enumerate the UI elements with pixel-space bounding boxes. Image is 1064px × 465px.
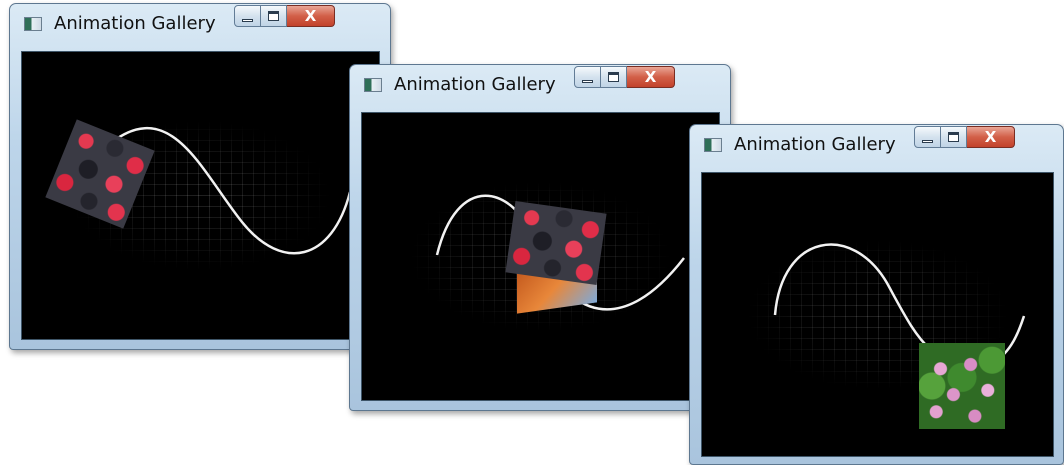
animation-canvas (361, 112, 720, 401)
water-lily-image-square (919, 343, 1005, 429)
minimize-icon (582, 79, 593, 83)
minimize-button[interactable] (234, 5, 261, 27)
close-button[interactable]: X (627, 66, 675, 88)
maximize-icon (608, 72, 619, 82)
close-button[interactable]: X (287, 5, 335, 27)
window-title: Animation Gallery (394, 74, 556, 95)
title-bar[interactable]: Animation Gallery X (690, 125, 1063, 161)
minimize-button[interactable] (574, 66, 601, 88)
app-window-icon (24, 17, 42, 31)
minimize-icon (242, 18, 253, 22)
minimize-button[interactable] (914, 126, 941, 148)
minimize-icon (922, 139, 933, 143)
maximize-button[interactable] (261, 5, 287, 27)
animation-canvas (21, 51, 380, 340)
maximize-icon (948, 132, 959, 142)
animation-canvas (701, 172, 1054, 457)
maximize-button[interactable] (941, 126, 967, 148)
close-button[interactable]: X (967, 126, 1015, 148)
title-bar[interactable]: Animation Gallery X (350, 65, 730, 101)
animation-gallery-window-2[interactable]: Animation Gallery X (349, 64, 731, 411)
window-title: Animation Gallery (54, 13, 216, 34)
title-bar[interactable]: Animation Gallery X (10, 4, 390, 40)
animation-gallery-window-1[interactable]: Animation Gallery X (9, 3, 391, 350)
close-icon: X (304, 7, 317, 25)
app-window-icon (364, 78, 382, 92)
maximize-button[interactable] (601, 66, 627, 88)
close-icon: X (984, 128, 997, 146)
app-window-icon (704, 138, 722, 152)
maximize-icon (268, 11, 279, 21)
window-title: Animation Gallery (734, 134, 896, 155)
raspberry-image-cube-face (505, 200, 607, 286)
close-icon: X (644, 68, 657, 86)
animation-gallery-window-3[interactable]: Animation Gallery X (689, 124, 1064, 465)
